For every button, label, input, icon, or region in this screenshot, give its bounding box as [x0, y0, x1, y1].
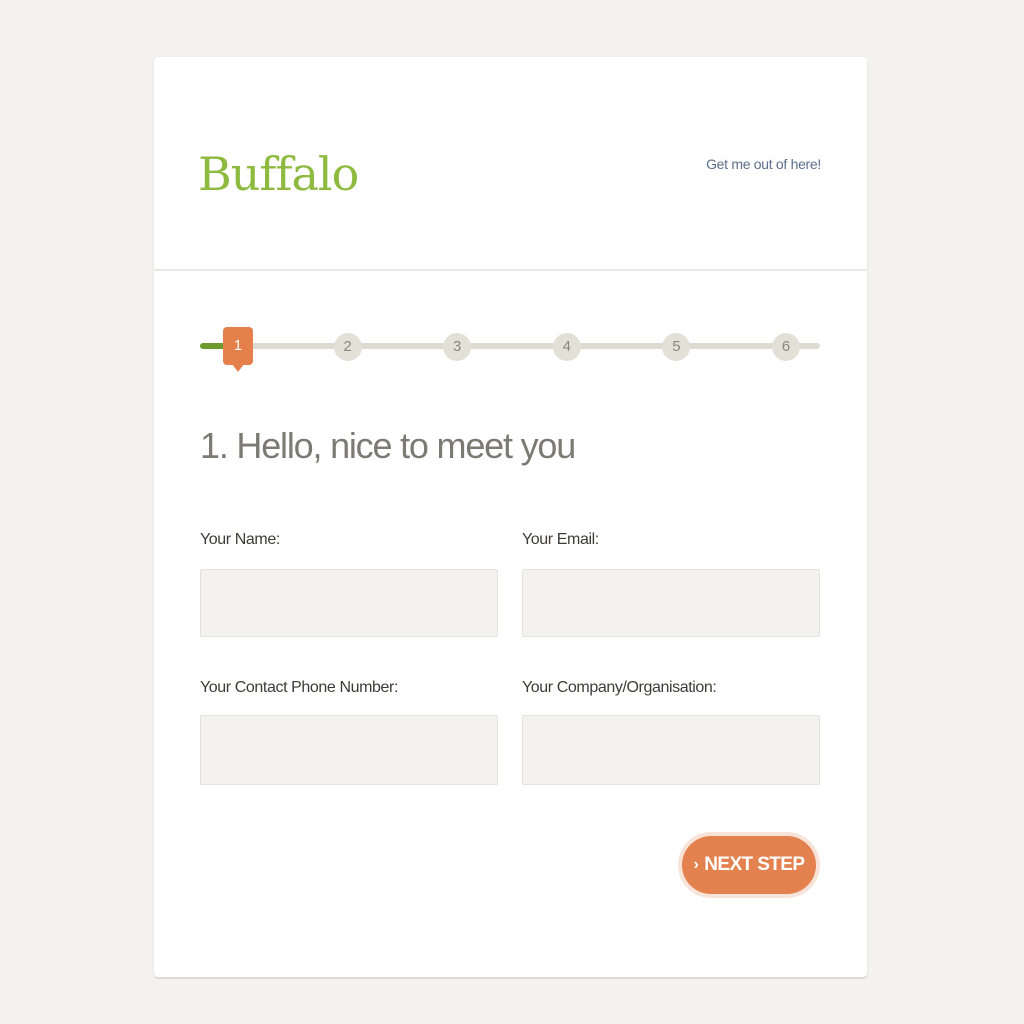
email-field[interactable]	[522, 569, 820, 637]
name-label: Your Name:	[200, 531, 280, 548]
chevron-right-icon: ›	[693, 856, 699, 873]
step-title: 1. Hello, nice to meet you	[200, 425, 576, 466]
step-3[interactable]: 3	[443, 333, 472, 361]
step-1-label: 1	[233, 337, 243, 354]
progress-track	[200, 343, 820, 349]
step-4-label: 4	[562, 338, 571, 355]
step-6-label: 6	[781, 338, 791, 355]
exit-link[interactable]: Get me out of here!	[706, 156, 821, 172]
form-card: Buffalo Get me out of here! 1 2 3 4 5 6 …	[154, 57, 867, 977]
email-label: Your Email:	[522, 531, 599, 548]
step-pointer-icon	[232, 364, 244, 372]
step-5-label: 5	[672, 338, 681, 355]
step-6[interactable]: 6	[772, 333, 800, 361]
next-step-label: NEXT STEP	[704, 854, 805, 875]
phone-label: Your Contact Phone Number:	[200, 679, 399, 696]
company-field[interactable]	[522, 715, 820, 785]
card-header: Buffalo Get me out of here!	[154, 57, 867, 271]
step-1[interactable]: 1	[223, 327, 253, 372]
step-2-label: 2	[343, 338, 352, 355]
step-5[interactable]: 5	[662, 333, 691, 361]
company-label: Your Company/Organisation:	[522, 679, 717, 696]
step-3-label: 3	[453, 338, 462, 355]
name-field[interactable]	[200, 569, 498, 637]
step-4[interactable]: 4	[552, 333, 581, 361]
next-step-button[interactable]: › NEXT STEP	[682, 836, 816, 894]
logo: Buffalo	[198, 147, 359, 201]
step-progress: 1 2 3 4 5 6	[200, 319, 822, 379]
phone-field[interactable]	[200, 715, 498, 785]
step-2[interactable]: 2	[333, 333, 362, 361]
